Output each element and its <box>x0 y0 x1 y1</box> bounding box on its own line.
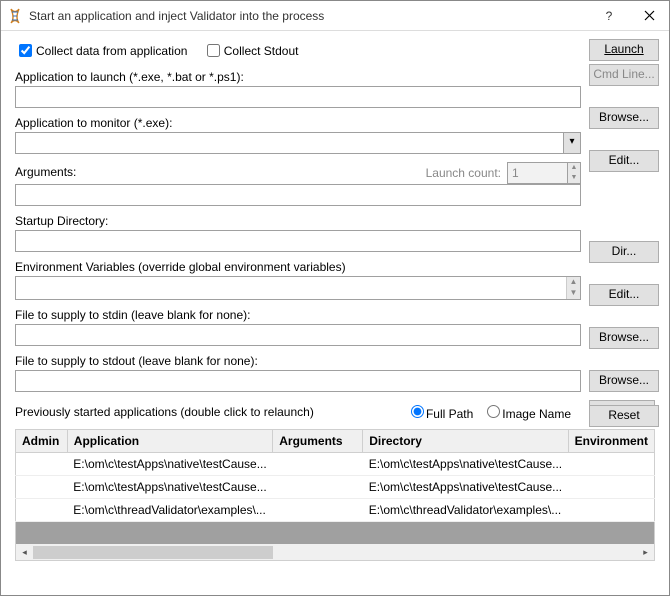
table-empty-band <box>15 522 655 544</box>
col-directory[interactable]: Directory <box>363 430 568 453</box>
env-vars-field[interactable]: ▲▼ <box>15 276 581 300</box>
browse-stdout-button[interactable]: Browse... <box>589 370 659 392</box>
collect-data-checkbox[interactable]: Collect data from application <box>15 41 187 60</box>
col-application[interactable]: Application <box>67 430 272 453</box>
col-environment[interactable]: Environment <box>568 430 654 453</box>
cell-dir: E:\om\c\testApps\native\testCause... <box>363 453 568 476</box>
table-row[interactable]: E:\om\c\testApps\native\testCause... E:\o… <box>16 453 655 476</box>
arguments-input[interactable] <box>15 184 581 206</box>
cmd-line-button[interactable]: Cmd Line... <box>589 64 659 86</box>
reset-button[interactable]: Reset <box>589 405 659 427</box>
col-admin[interactable]: Admin <box>16 430 68 453</box>
browse-app-launch-button[interactable]: Browse... <box>589 107 659 129</box>
cell-admin <box>16 499 68 522</box>
launch-count-label: Launch count: <box>426 166 501 180</box>
launch-count-input <box>507 162 567 184</box>
cell-env <box>568 476 654 499</box>
browse-stdin-button[interactable]: Browse... <box>589 327 659 349</box>
scroll-thumb[interactable] <box>33 546 273 559</box>
stdout-label: File to supply to stdout (leave blank fo… <box>15 354 258 368</box>
cell-args <box>273 499 363 522</box>
image-name-radio[interactable]: Image Name <box>477 405 571 421</box>
app-monitor-input[interactable] <box>15 132 563 154</box>
window-title: Start an application and inject Validato… <box>29 9 589 23</box>
env-vars-text[interactable] <box>16 277 566 299</box>
env-vars-scroll[interactable]: ▲▼ <box>566 277 580 299</box>
close-button[interactable] <box>629 1 669 31</box>
launch-button[interactable]: Launch <box>589 39 659 61</box>
launch-count-spinner: ▲▼ <box>567 162 581 184</box>
prev-apps-label: Previously started applications (double … <box>15 405 314 419</box>
app-launch-label: Application to launch (*.exe, *.bat or *… <box>15 70 244 84</box>
collect-data-label: Collect data from application <box>36 44 187 58</box>
app-launch-input[interactable] <box>15 86 581 108</box>
help-button[interactable]: ? <box>589 1 629 31</box>
stdout-input[interactable] <box>15 370 581 392</box>
cell-app: E:\om\c\threadValidator\examples\... <box>67 499 272 522</box>
cell-dir: E:\om\c\threadValidator\examples\... <box>363 499 568 522</box>
scroll-right-arrow[interactable]: ▸ <box>637 545 654 560</box>
cell-app: E:\om\c\testApps\native\testCause... <box>67 476 272 499</box>
scroll-left-arrow[interactable]: ◂ <box>16 545 33 560</box>
table-header-row: Admin Application Arguments Directory En… <box>16 430 655 453</box>
collect-stdout-checkbox[interactable]: Collect Stdout <box>203 41 299 60</box>
cell-args <box>273 453 363 476</box>
prev-apps-table: Admin Application Arguments Directory En… <box>15 429 655 522</box>
cell-admin <box>16 476 68 499</box>
edit-env-button[interactable]: Edit... <box>589 284 659 306</box>
cell-env <box>568 453 654 476</box>
startup-dir-input[interactable] <box>15 230 581 252</box>
table-row[interactable]: E:\om\c\threadValidator\examples\... E:\o… <box>16 499 655 522</box>
col-arguments[interactable]: Arguments <box>273 430 363 453</box>
app-icon <box>7 8 23 24</box>
app-monitor-dropdown[interactable]: ▾ <box>563 132 581 154</box>
cell-env <box>568 499 654 522</box>
horizontal-scrollbar[interactable]: ◂ ▸ <box>15 544 655 561</box>
collect-data-input[interactable] <box>19 44 32 57</box>
startup-dir-label: Startup Directory: <box>15 214 108 228</box>
stdin-input[interactable] <box>15 324 581 346</box>
collect-stdout-label: Collect Stdout <box>224 44 299 58</box>
dir-button[interactable]: Dir... <box>589 241 659 263</box>
full-path-radio[interactable]: Full Path <box>401 405 473 421</box>
cell-dir: E:\om\c\testApps\native\testCause... <box>363 476 568 499</box>
cell-args <box>273 476 363 499</box>
app-monitor-label: Application to monitor (*.exe): <box>15 116 172 130</box>
close-icon <box>644 10 655 21</box>
stdin-label: File to supply to stdin (leave blank for… <box>15 308 250 322</box>
arguments-label: Arguments: <box>15 165 76 179</box>
collect-stdout-input[interactable] <box>207 44 220 57</box>
env-vars-label: Environment Variables (override global e… <box>15 260 346 274</box>
cell-app: E:\om\c\testApps\native\testCause... <box>67 453 272 476</box>
cell-admin <box>16 453 68 476</box>
edit-monitor-button[interactable]: Edit... <box>589 150 659 172</box>
title-bar: Start an application and inject Validato… <box>1 1 669 31</box>
table-row[interactable]: E:\om\c\testApps\native\testCause... E:\o… <box>16 476 655 499</box>
